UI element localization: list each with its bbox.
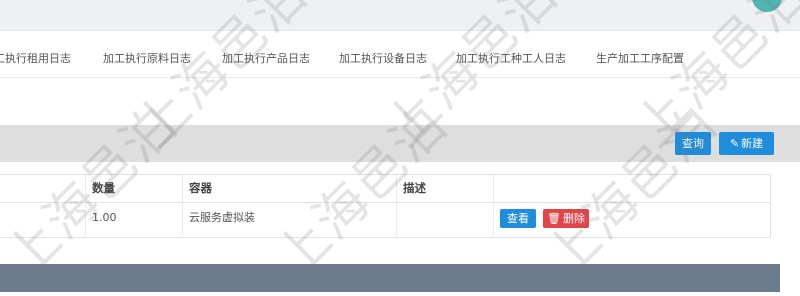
- toolbar: 查询 ✎ 新建: [0, 125, 800, 162]
- new-button[interactable]: ✎ 新建: [719, 132, 774, 155]
- tab-rental-log[interactable]: 工执行租用日志: [0, 50, 71, 66]
- new-button-label: 新建: [741, 137, 764, 150]
- table-header-quantity[interactable]: 数量: [86, 175, 183, 202]
- view-button-label: 查看: [507, 212, 529, 225]
- query-button-label: 查询: [682, 137, 704, 150]
- app-page: 工执行租用日志 加工执行原料日志 加工执行产品日志 加工执行设备日志 加工执行工…: [0, 0, 800, 296]
- tab-product-log[interactable]: 加工执行产品日志: [222, 50, 310, 66]
- tab-equipment-log[interactable]: 加工执行设备日志: [339, 50, 427, 66]
- pencil-icon: ✎: [729, 137, 740, 150]
- table-cell-actions: 查看 🗑 删除: [494, 203, 770, 237]
- table-row[interactable]: 1.00 云服务虚拟装 查看 🗑 删除: [0, 203, 770, 237]
- table-header-actions: [494, 175, 770, 202]
- footer-bar: [0, 264, 780, 292]
- tab-process-config[interactable]: 生产加工工序配置: [596, 50, 684, 66]
- table-header-description[interactable]: 描述: [397, 175, 494, 202]
- table-cell-description: [397, 203, 494, 237]
- delete-button[interactable]: 🗑 删除: [543, 209, 589, 228]
- table-cell-quantity: 1.00: [86, 203, 183, 237]
- table-header-row: 数量 容器 描述: [0, 175, 770, 203]
- trash-icon: 🗑: [547, 212, 561, 225]
- top-bar: [0, 0, 800, 31]
- table-cell-container: 云服务虚拟装: [183, 203, 397, 237]
- tab-worker-log[interactable]: 加工执行工种工人日志: [456, 50, 566, 66]
- corner-badge-icon[interactable]: [752, 0, 782, 12]
- table-cell: [0, 203, 86, 237]
- table-header-cell: [0, 175, 86, 202]
- view-button[interactable]: 查看: [500, 209, 536, 228]
- right-edge-strip: [780, 264, 800, 292]
- tab-material-log[interactable]: 加工执行原料日志: [103, 50, 191, 66]
- query-button[interactable]: 查询: [675, 132, 711, 155]
- delete-button-label: 删除: [562, 212, 585, 225]
- data-table: 数量 容器 描述 1.00 云服务虚拟装 查看 🗑 删除: [0, 174, 771, 238]
- table-header-container[interactable]: 容器: [183, 175, 397, 202]
- nav-tabs: 工执行租用日志 加工执行原料日志 加工执行产品日志 加工执行设备日志 加工执行工…: [0, 31, 800, 78]
